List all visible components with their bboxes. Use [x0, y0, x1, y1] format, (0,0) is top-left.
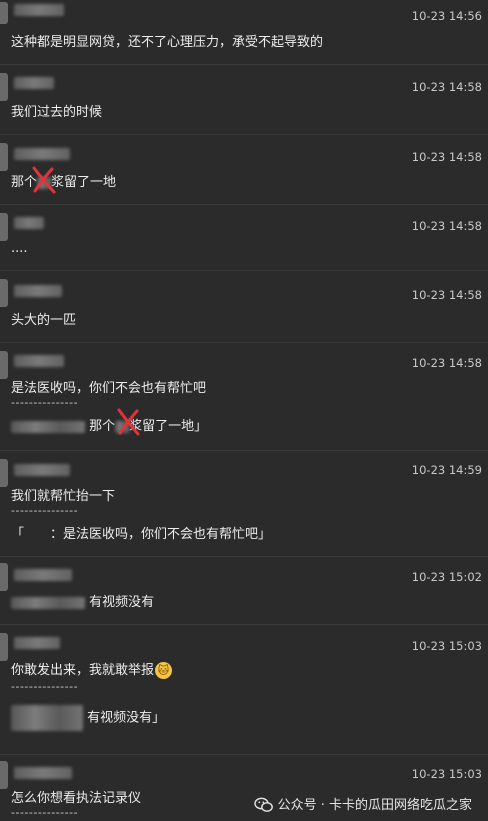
message-text: 这种都是明显网贷，还不了心理压力，承受不起导致的 — [11, 35, 324, 50]
quoted-message: 那个 浆留了一地」 — [11, 415, 207, 434]
quoted-text-part: 那个 — [89, 419, 116, 434]
avatar[interactable] — [0, 213, 8, 241]
message-time: 10-23 15:03 — [411, 639, 482, 653]
message-text: 是法医收吗，你们不会也有帮忙吧 — [11, 381, 207, 396]
message-item: 10-23 15:03 你敢发出来，我就敢举报 🐱 ---------------… — [0, 624, 488, 754]
message-time: 10-23 14:58 — [411, 219, 482, 233]
message-text: 有视频没有 — [11, 591, 154, 610]
message-item: 10-23 14:58 我们过去的时候 — [0, 64, 488, 134]
message-item: 10-23 14:58 .... — [0, 204, 488, 270]
red-cross-mark — [117, 408, 140, 436]
username-blurred — [14, 464, 70, 476]
message-text: 我们就帮忙抬一下 — [11, 489, 116, 504]
message-text: 那个 浆留了一地 — [11, 171, 116, 190]
message-time: 10-23 14:58 — [411, 80, 482, 94]
quoted-message: 「 ：是法医收吗，你们不会也有帮忙吧」 — [11, 527, 272, 542]
message-time: 10-23 14:59 — [411, 463, 482, 477]
username-blurred — [14, 355, 64, 367]
red-cross-mark — [32, 166, 56, 194]
message-item: 10-23 14:56 这种都是明显网贷，还不了心理压力，承受不起导致的 — [0, 0, 488, 64]
watermark-text: 公众号 · 卡卡的瓜田网络吃瓜之家 — [277, 798, 472, 813]
message-time: 10-23 14:58 — [411, 150, 482, 164]
message-text: 我们过去的时候 — [11, 105, 103, 120]
message-text: .... — [11, 241, 28, 256]
message-item: 10-23 14:58 头大的一匹 — [0, 270, 488, 342]
message-text: 头大的一匹 — [11, 313, 77, 328]
message-text: 你敢发出来，我就敢举报 🐱 — [11, 659, 173, 679]
message-time: 10-23 14:58 — [411, 288, 482, 302]
avatar[interactable] — [0, 279, 8, 307]
username-blurred — [14, 148, 70, 160]
message-item: 10-23 14:58 那个 浆留了一地 — [0, 134, 488, 204]
username-blurred — [14, 4, 64, 16]
username-blurred — [14, 569, 72, 581]
avatar[interactable] — [0, 633, 8, 661]
message-time: 10-23 15:02 — [411, 570, 482, 584]
message-text-part: 你敢发出来，我就敢举报 — [11, 663, 155, 678]
avatar[interactable] — [0, 761, 8, 789]
quoted-text-part: 有视频没有」 — [87, 710, 166, 726]
username-blurred — [14, 217, 44, 229]
quoted-username-blurred — [11, 596, 85, 609]
avatar[interactable] — [0, 73, 8, 101]
avatar[interactable] — [0, 351, 8, 379]
quote-separator: --------------- — [11, 680, 79, 693]
avatar[interactable] — [0, 563, 8, 591]
message-text: 怎么你想看执法记录仪 — [11, 791, 142, 806]
message-time: 10-23 14:56 — [411, 9, 482, 23]
quote-separator: --------------- — [11, 806, 79, 819]
username-blurred — [14, 285, 62, 297]
cat-emoji-icon: 🐱 — [155, 662, 173, 679]
message-time: 10-23 15:03 — [411, 767, 482, 781]
avatar[interactable] — [0, 459, 8, 487]
quoted-username-blurred — [11, 420, 85, 433]
wechat-icon — [253, 797, 273, 812]
username-blurred — [14, 767, 72, 779]
message-time: 10-23 14:58 — [411, 356, 482, 370]
quoted-message: 有视频没有」 — [11, 705, 165, 731]
avatar[interactable] — [0, 2, 8, 24]
message-item: 10-23 14:58 是法医收吗，你们不会也有帮忙吧 ------------… — [0, 342, 488, 450]
username-blurred — [14, 637, 60, 649]
quote-separator: --------------- — [11, 396, 79, 409]
message-text-part: 有视频没有 — [89, 595, 155, 610]
message-item: 10-23 15:02 有视频没有 — [0, 556, 488, 624]
avatar[interactable] — [0, 143, 8, 171]
watermark: 公众号 · 卡卡的瓜田网络吃瓜之家 — [253, 794, 472, 813]
quoted-username-blurred — [11, 705, 83, 731]
username-blurred — [14, 77, 54, 89]
quote-separator: --------------- — [11, 504, 79, 517]
message-text-part: 浆留了一地 — [51, 175, 117, 190]
message-item: 10-23 14:59 我们就帮忙抬一下 --------------- 「 ：… — [0, 450, 488, 556]
